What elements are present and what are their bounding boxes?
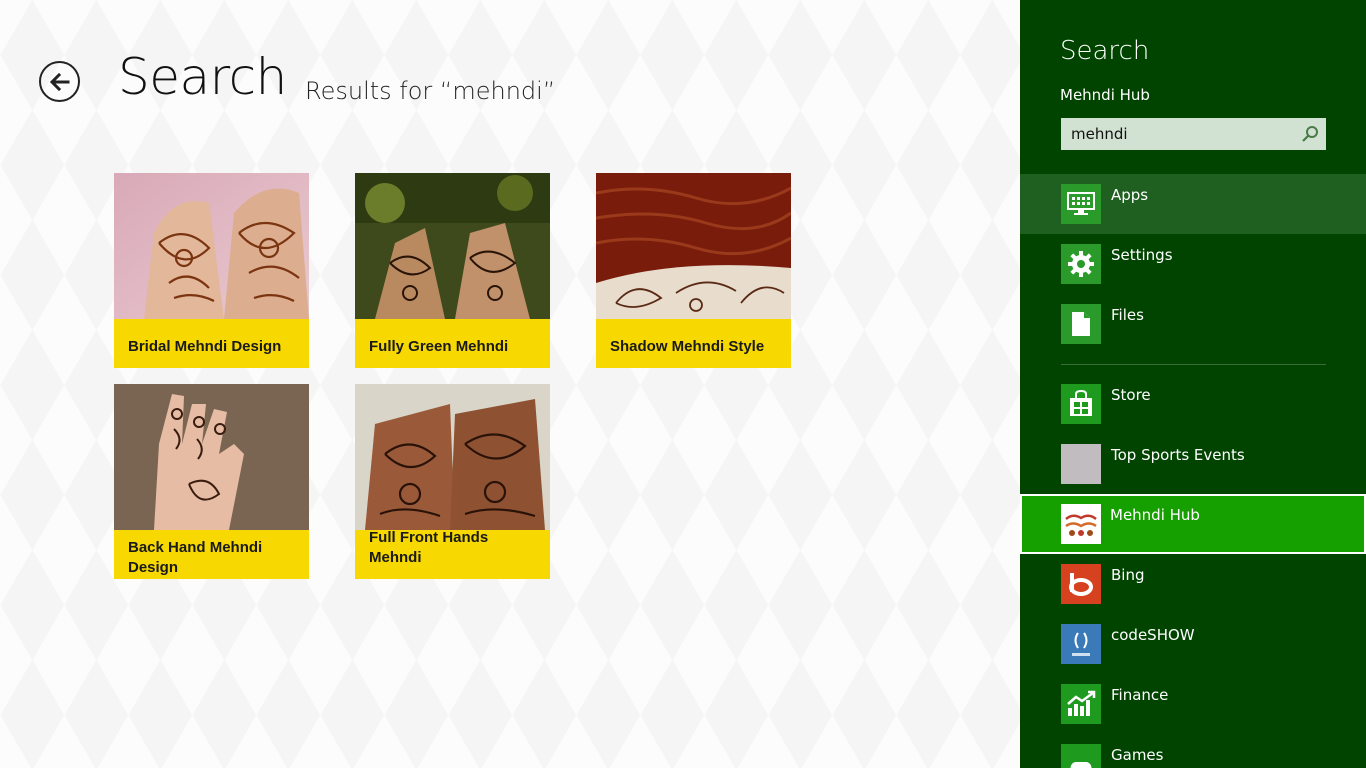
scope-label: Apps bbox=[1111, 186, 1149, 204]
result-tile[interactable]: Shadow Mehndi Style bbox=[596, 173, 791, 368]
search-box bbox=[1061, 118, 1326, 150]
file-icon bbox=[1061, 304, 1101, 344]
result-label: Shadow Mehndi Style bbox=[596, 319, 791, 368]
result-label: Fully Green Mehndi bbox=[355, 319, 550, 368]
app-store[interactable]: Store bbox=[1020, 374, 1366, 434]
back-arrow-icon bbox=[49, 72, 69, 91]
app-bing[interactable]: Bing bbox=[1020, 554, 1366, 614]
pane-divider bbox=[1061, 364, 1326, 365]
bing-icon bbox=[1061, 564, 1101, 604]
store-icon bbox=[1061, 384, 1101, 424]
result-label: Back Hand Mehndi Design bbox=[114, 530, 309, 579]
search-input[interactable] bbox=[1061, 118, 1297, 150]
scope-apps[interactable]: Apps bbox=[1020, 174, 1366, 234]
mehndi-hub-icon bbox=[1061, 504, 1101, 544]
placeholder-icon bbox=[1061, 444, 1101, 484]
app-codeshow[interactable]: codeSHOW bbox=[1020, 614, 1366, 674]
result-tile[interactable]: Fully Green Mehndi bbox=[355, 173, 550, 368]
codeshow-icon bbox=[1061, 624, 1101, 664]
current-app-name: Mehndi Hub bbox=[1060, 86, 1150, 104]
app-label: Bing bbox=[1111, 566, 1145, 584]
app-top-sports-events[interactable]: Top Sports Events bbox=[1020, 434, 1366, 494]
app-label: Store bbox=[1111, 386, 1151, 404]
scope-label: Settings bbox=[1111, 246, 1173, 264]
back-button[interactable] bbox=[39, 61, 80, 102]
app-label: Mehndi Hub bbox=[1110, 506, 1200, 524]
apps-icon bbox=[1061, 184, 1101, 224]
app-finance[interactable]: Finance bbox=[1020, 674, 1366, 734]
gear-icon bbox=[1061, 244, 1101, 284]
app-label: Finance bbox=[1111, 686, 1169, 704]
page-title: Search bbox=[118, 48, 287, 106]
result-thumbnail bbox=[355, 384, 550, 530]
result-thumbnail bbox=[114, 173, 309, 319]
result-tile[interactable]: Full Front Hands Mehndi bbox=[355, 384, 550, 579]
result-label: Bridal Mehndi Design bbox=[114, 319, 309, 368]
result-tile[interactable]: Back Hand Mehndi Design bbox=[114, 384, 309, 579]
games-icon bbox=[1061, 744, 1101, 768]
result-thumbnail bbox=[596, 173, 791, 319]
app-label: Top Sports Events bbox=[1111, 446, 1245, 464]
scope-files[interactable]: Files bbox=[1020, 294, 1366, 354]
search-icon[interactable] bbox=[1300, 124, 1320, 144]
search-pane: Search Mehndi Hub Apps bbox=[1020, 0, 1366, 768]
scope-label: Files bbox=[1111, 306, 1144, 324]
results-area: Search Results for “mehndi” Bridal Mehnd… bbox=[0, 0, 1020, 768]
results-subtitle: Results for “mehndi” bbox=[305, 77, 556, 105]
app-games[interactable]: Games bbox=[1020, 734, 1366, 768]
app-label: codeSHOW bbox=[1111, 626, 1195, 644]
scope-settings[interactable]: Settings bbox=[1020, 234, 1366, 294]
result-tile[interactable]: Bridal Mehndi Design bbox=[114, 173, 309, 368]
pane-title: Search bbox=[1060, 36, 1150, 66]
app-mehndi-hub[interactable]: Mehndi Hub bbox=[1020, 494, 1366, 554]
app-label: Games bbox=[1111, 746, 1164, 764]
result-thumbnail bbox=[114, 384, 309, 530]
result-thumbnail bbox=[355, 173, 550, 319]
finance-icon bbox=[1061, 684, 1101, 724]
result-label: Full Front Hands Mehndi bbox=[355, 529, 550, 579]
